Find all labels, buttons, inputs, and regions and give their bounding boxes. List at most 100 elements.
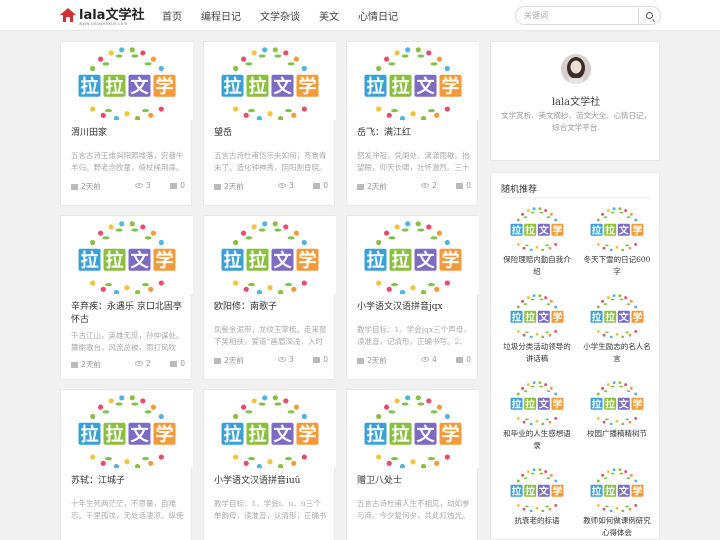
svg-text:拉: 拉 [512,223,522,236]
recommend-item[interactable]: 拉拉文学 保险理赔内勤自我介绍 [501,204,573,278]
svg-text:学: 学 [155,75,173,97]
post-title[interactable]: 岳飞：满江红 [357,127,471,140]
recommend-title[interactable]: 抗衰老的标语 [501,515,573,527]
recommend-title[interactable]: 小学生励志的名人名言 [581,341,653,365]
nav-prose[interactable]: 美文 [319,8,339,23]
comment-icon [456,182,464,189]
svg-text:文: 文 [539,397,549,410]
post-thumbnail[interactable]: 拉拉文学 [347,42,479,120]
recommend-thumbnail[interactable]: 拉拉文学 [581,291,653,338]
post-card[interactable]: 拉拉文学 辛弃疾：永遇乐 京口北固亭怀古 千古江山，英雄无觅，孙仲谋处。舞榭歌台… [60,215,193,380]
post-title[interactable]: 小学语文汉语拼音iuü [214,475,328,488]
svg-text:文: 文 [619,484,629,497]
post-card[interactable]: 拉拉文学 苏轼：江城子 十年生死两茫茫，不思量，自难忘。千里孤坟，无处话凄凉。纵… [60,389,193,540]
calendar-icon [357,357,364,364]
svg-text:拉: 拉 [525,484,535,497]
nav-home[interactable]: 首页 [162,8,182,23]
svg-text:拉: 拉 [105,423,123,445]
recommend-title[interactable]: 保险理赔内勤自我介绍 [501,254,573,278]
svg-text:文: 文 [273,75,292,97]
svg-text:拉: 拉 [80,423,98,445]
post-thumbnail[interactable]: 拉拉文学 [204,390,336,468]
eye-icon [421,183,429,188]
post-thumbnail[interactable]: 拉拉文学 [204,42,336,120]
nav-mood-diary[interactable]: 心情日记 [358,8,398,23]
post-card[interactable]: 拉拉文学 渭川田家 五言古诗王维斜阳照墟落，穷巷牛羊归。野老念牧童，倚杖候荆扉。… [60,41,193,206]
post-thumbnail[interactable]: 拉拉文学 [61,390,193,468]
svg-text:文: 文 [273,423,292,445]
post-views: 3 [289,355,294,364]
post-thumbnail[interactable]: 拉拉文学 [347,390,479,468]
post-title[interactable]: 赠卫八处士 [357,475,471,488]
post-card[interactable]: 拉拉文学 望岳 五言古诗杜甫岱宗夫如何，齐鲁青未了。造化钟神秀，阴阳割昏晓。荡胸… [203,41,336,206]
search-button[interactable] [638,6,660,25]
post-title[interactable]: 望岳 [214,127,328,140]
svg-text:文: 文 [416,423,435,445]
post-title[interactable]: 欧阳修：南歌子 [214,301,328,314]
recommend-title[interactable]: 校园广播稿精树节 [581,428,653,440]
recommend-thumbnail[interactable]: 拉拉文学 [501,378,573,425]
post-excerpt: 教学目标：1、学会jqx三个声母，读准音，记清形，正确书写。2、初步 [357,325,471,346]
recommend-thumbnail[interactable]: 拉拉文学 [501,465,573,512]
profile-description: 文学赏析、美文摘抄、范文大全、心情日记，综合文学平台. [501,111,651,132]
svg-text:文: 文 [273,249,292,271]
recommend-title[interactable]: 和毕业的人生感想语录 [501,428,573,452]
recommend-title[interactable]: 教师如何做课例研究心得体会 [581,515,653,539]
recommend-thumbnail[interactable]: 拉拉文学 [501,204,573,251]
nav-literature-talk[interactable]: 文学杂谈 [260,8,300,23]
recommend-title[interactable]: 冬天下雪的日记600字 [581,254,653,278]
recommend-title[interactable]: 垃圾分类活动领导的讲话稿 [501,341,573,365]
house-icon [60,8,76,22]
post-meta: 2天前 2 0 [357,181,471,191]
post-card[interactable]: 拉拉文学 赠卫八处士 五言古诗杜甫人生不相见，动如参与商。今夕复何夕，共此灯烛光… [346,389,479,540]
recommend-item[interactable]: 拉拉文学 和毕业的人生感想语录 [501,378,573,452]
svg-text:学: 学 [633,397,643,410]
search-input[interactable] [524,9,634,22]
post-thumbnail[interactable]: 拉拉文学 [347,216,479,294]
post-meta: 2天前 3 0 [71,181,185,191]
calendar-icon [357,183,364,190]
recommend-item[interactable]: 拉拉文学 校园广播稿精树节 [581,378,653,440]
recommend-thumbnail[interactable]: 拉拉文学 [581,378,653,425]
recommend-item[interactable]: 拉拉文学 小学生励志的名人名言 [581,291,653,365]
svg-text:拉: 拉 [248,423,266,445]
svg-text:文: 文 [130,423,149,445]
svg-text:拉: 拉 [525,397,535,410]
nav-coding-diary[interactable]: 编程日记 [201,8,241,23]
post-thumbnail[interactable]: 拉拉文学 [204,216,336,294]
svg-text:拉: 拉 [512,397,522,410]
post-title[interactable]: 小学语文汉语拼音jqx [357,301,471,314]
post-comments: 0 [323,355,328,364]
svg-text:学: 学 [441,75,459,97]
post-date: 2天前 [367,356,387,365]
svg-text:拉: 拉 [605,310,615,323]
recommend-item[interactable]: 拉拉文学 抗衰老的标语 [501,465,573,527]
recommend-thumbnail[interactable]: 拉拉文学 [581,465,653,512]
profile-name: lala文学社 [551,97,601,108]
post-title[interactable]: 苏轼：江城子 [71,475,185,488]
recommend-thumbnail[interactable]: 拉拉文学 [501,291,573,338]
post-comments: 0 [466,355,471,364]
recommend-item[interactable]: 拉拉文学 冬天下雪的日记600字 [581,204,653,278]
post-card[interactable]: 拉拉文学 小学语文汉语拼音jqx 教学目标：1、学会jqx三个声母，读准音，记清… [346,215,479,380]
post-card[interactable]: 拉拉文学 小学语文汉语拼音iuü 教学目标：1、学会i、u、ü三个单韵母，读准音… [203,389,336,540]
post-comments: 0 [323,181,328,190]
post-title[interactable]: 渭川田家 [71,127,185,140]
post-thumbnail[interactable]: 拉拉文学 [61,42,193,120]
post-views: 2 [146,359,151,368]
site-logo[interactable]: lala文学社 www.lalawenxue.com [60,6,144,26]
svg-text:学: 学 [298,75,316,97]
svg-text:拉: 拉 [105,75,123,97]
post-title[interactable]: 辛弃疾：永遇乐 京口北固亭怀古 [71,301,185,327]
recommend-item[interactable]: 拉拉文学 教师如何做课例研究心得体会 [581,465,653,539]
recommend-thumbnail[interactable]: 拉拉文学 [581,204,653,251]
post-card[interactable]: 拉拉文学 岳飞：满江红 怒发冲冠，凭阑处、潇潇雨歇。抬望眼，仰天长啸，壮怀激烈。… [346,41,479,206]
svg-text:学: 学 [441,249,459,271]
svg-text:学: 学 [155,249,173,271]
post-card[interactable]: 拉拉文学 欧阳修：南歌子 凤髻金泥带，龙纹玉掌梳。走来窗下笑相扶，爱道“画眉深浅… [203,215,336,380]
post-comments: 0 [466,181,471,190]
post-comments: 0 [180,181,185,190]
post-thumbnail[interactable]: 拉拉文学 [61,216,193,294]
main-nav: 首页 编程日记 文学杂谈 美文 心情日记 [162,0,417,31]
recommend-item[interactable]: 拉拉文学 垃圾分类活动领导的讲话稿 [501,291,573,365]
